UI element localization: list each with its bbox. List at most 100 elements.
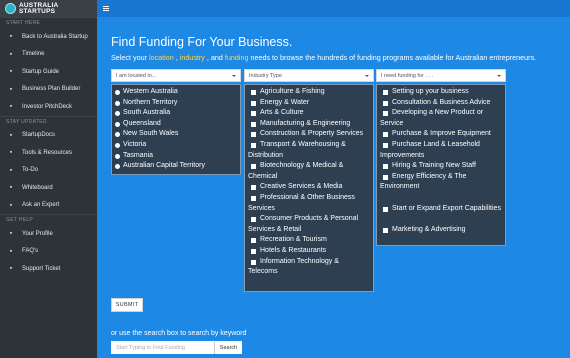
industry-option[interactable]: Transport & Warehousing & Distribution [248,140,370,161]
search-input[interactable]: Start Typing to Find Funding [111,341,214,354]
document-icon: ▪ [9,85,13,93]
hamburger-menu-icon[interactable] [103,6,109,11]
checkbox[interactable] [251,259,256,265]
sidebar-item[interactable]: ▪ To-Do [0,162,97,180]
location-option[interactable]: Western Australia [115,87,237,98]
industry-option-label: Construction & Property Services [260,130,364,138]
location-option[interactable]: Northern Territory [115,98,237,109]
checkbox[interactable] [251,132,256,138]
funding-option[interactable]: Hiring & Training New Staff [380,161,502,172]
funding-caret-icon [497,75,501,77]
funding-option-label: Purchase Land & Leasehold Improvements [380,140,480,159]
search-button[interactable]: Search [214,341,242,354]
radio-button[interactable] [115,132,120,138]
sidebar-item[interactable]: ▪ Startup Guide [0,63,97,81]
industry-option[interactable]: Recreation & Tourism [248,235,370,246]
industry-option[interactable]: Biotechnology & Medical & Chemical [248,161,370,182]
sidebar-item[interactable]: ▪ Support Ticket [0,260,97,278]
location-option-label: Northern Territory [123,98,178,106]
location-option[interactable]: Queensland [115,119,237,130]
funding-option[interactable]: Marketing & Advertising [380,225,502,236]
checkbox[interactable] [251,164,256,170]
funding-option[interactable]: Consultation & Business Advice [380,98,502,109]
checkbox[interactable] [383,174,388,180]
industry-option[interactable]: Information Technology & Telecoms [248,257,370,278]
radio-button[interactable] [115,121,120,127]
location-option[interactable]: Australian Capital Territory [115,161,237,172]
checkbox[interactable] [383,100,388,106]
industry-option[interactable]: Hotels & Restaurants [248,246,370,257]
radio-button[interactable] [115,164,120,170]
checkbox[interactable] [251,142,256,148]
funding-option-label: Developing a New Product or Service [380,109,484,127]
funding-option-label: Purchase & Improve Equipment [392,130,491,138]
checkbox[interactable] [383,132,388,138]
checkbox[interactable] [251,90,256,95]
industry-option-label: Arts & Culture [260,109,304,117]
submit-button[interactable]: SUBMIT [111,298,143,312]
funding-option[interactable]: Setting up your business [380,87,502,98]
industry-option[interactable]: Agriculture & Fishing [248,87,370,98]
location-option[interactable]: South Australia [115,108,237,119]
sidebar-item[interactable]: ▪ Your Profile [0,225,97,243]
sidebar-item-label: Tools & Resources [22,149,73,156]
checkbox[interactable] [383,111,388,117]
radio-button[interactable] [115,100,120,106]
industry-option-label: Creative Services & Media [260,183,343,191]
subtitle-location: location [148,53,174,62]
radio-button[interactable] [115,90,120,95]
industry-option[interactable]: Creative Services & Media [248,182,370,193]
industry-option-label: Hotels & Restaurants [260,246,327,254]
radio-button[interactable] [115,153,120,159]
funding-option[interactable]: Start or Expand Export Capabilities [380,204,502,215]
radio-button[interactable] [115,142,120,148]
checkbox[interactable] [251,238,256,244]
checkbox[interactable] [251,217,256,223]
funding-option[interactable]: Energy Efficiency & The Environment [380,172,502,193]
docs-icon: ▪ [9,131,13,139]
funding-option[interactable]: Developing a New Product or Service [380,108,502,129]
brand-logo[interactable]: AUSTRALIA STARTUPS [0,0,97,17]
sidebar-item[interactable]: ▪ Tools & Resources [0,144,97,162]
checkbox[interactable] [251,195,256,201]
funding-option[interactable]: Purchase & Improve Equipment [380,129,502,140]
checkbox[interactable] [383,90,388,95]
industry-option[interactable]: Energy & Water [248,98,370,109]
section-heading-updated: STAY UPDATED [0,115,97,127]
industry-option[interactable]: Construction & Property Services [248,129,370,140]
sidebar-item[interactable]: ▪ StartupDocs [0,127,97,145]
sidebar-item[interactable]: ▪ Business Plan Builder [0,81,97,99]
sidebar-item[interactable]: ▪ Back to Australia Startup [0,28,97,46]
checkbox[interactable] [383,142,388,148]
checkbox[interactable] [251,121,256,127]
checkbox[interactable] [251,100,256,106]
funding-select[interactable]: I need funding for . . . [376,69,506,82]
location-option[interactable]: Tasmania [115,151,237,162]
radio-button[interactable] [115,111,120,117]
brand-mark-icon [5,3,16,14]
sidebar-item[interactable]: ▪ FAQ's [0,243,97,261]
industry-select[interactable]: Industry Type [244,69,374,82]
checkbox[interactable] [251,111,256,117]
checklist-icon: ▪ [9,166,13,174]
location-option-label: Western Australia [123,88,178,95]
funding-option-label: Hiring & Training New Staff [392,162,476,170]
checkbox[interactable] [251,185,256,191]
location-select[interactable]: I am located in... [111,69,241,82]
sidebar-item[interactable]: ▪ Ask an Expert [0,197,97,215]
sidebar-item[interactable]: ▪ Whiteboard [0,179,97,197]
industry-option[interactable]: Manufacturing & Engineering [248,119,370,130]
location-option[interactable]: Victoria [115,140,237,151]
sidebar-item[interactable]: ▪ Investor PitchDeck [0,98,97,116]
industry-option[interactable]: Arts & Culture [248,108,370,119]
industry-option[interactable]: Consumer Products & Personal Services & … [248,214,370,235]
industry-option[interactable]: Professional & Other Business Services [248,193,370,214]
sidebar-item-label: StartupDocs [22,132,56,139]
checkbox[interactable] [251,248,256,254]
checkbox[interactable] [383,227,388,233]
location-option[interactable]: New South Wales [115,129,237,140]
sidebar-item[interactable]: ▪ Timeline [0,46,97,64]
checkbox[interactable] [383,164,388,170]
funding-option[interactable]: Purchase Land & Leasehold Improvements [380,140,502,161]
checkbox[interactable] [383,206,388,212]
